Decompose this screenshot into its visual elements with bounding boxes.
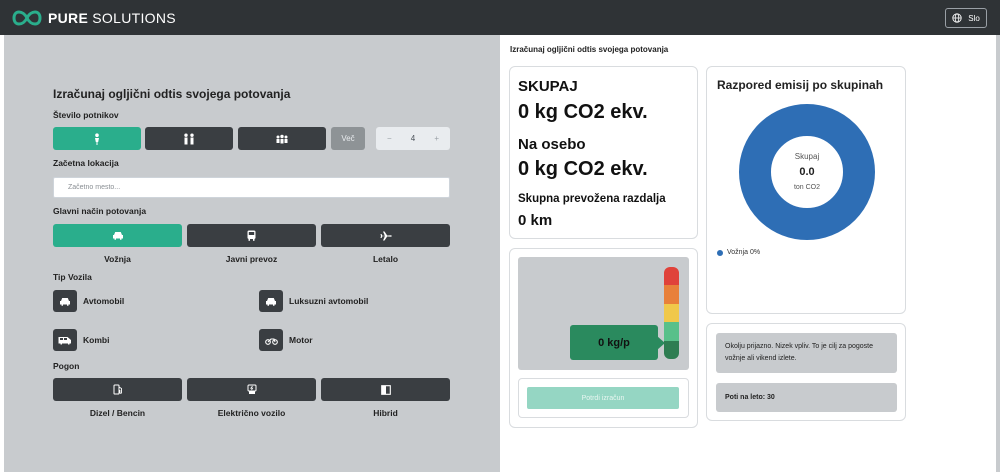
charging-station-icon: [247, 384, 256, 394]
mode-driving-button[interactable]: [53, 224, 182, 247]
drive-fuel-button[interactable]: [53, 378, 182, 401]
mode-plane-caption: Letalo: [372, 254, 399, 264]
drive-hybrid-caption: Hibrid: [373, 408, 398, 418]
meter-segment: [664, 303, 679, 323]
infinity-logo-icon: [12, 10, 42, 26]
stepper-minus-button[interactable]: −: [387, 134, 392, 143]
vehicle-type-label: Tip Vozila: [53, 272, 92, 282]
stepper-plus-button[interactable]: +: [434, 134, 439, 143]
meter-segment: [664, 322, 679, 341]
donut-center-value: 0.0: [799, 166, 814, 178]
brand-logo[interactable]: PURE SOLUTIONS: [12, 5, 176, 31]
person-icon: [95, 132, 99, 145]
drive-electric-caption: Električno vozilo: [217, 408, 286, 418]
car-icon: [112, 232, 123, 240]
language-button[interactable]: Slo: [945, 8, 987, 28]
breakdown-title: Razpored emisij po skupinah: [717, 78, 884, 92]
per-person-value: 0 kg CO2 ekv.: [518, 158, 648, 180]
emissions-donut-chart: Skupaj 0.0 ton CO2: [739, 104, 875, 240]
donut-legend[interactable]: Vožnja 0%: [717, 249, 760, 256]
right-edge: [996, 35, 1000, 472]
passenger-count-stepper[interactable]: − 4 +: [376, 127, 450, 150]
half-square-icon: [380, 384, 391, 395]
vehicle-motorcycle-label: Motor: [289, 335, 313, 345]
car-icon: [53, 290, 77, 312]
fuel-icon: [113, 384, 122, 395]
vehicle-luxury-car-label: Luksuzni avtomobil: [289, 296, 369, 306]
passenger-count-value: 4: [410, 134, 416, 143]
vehicle-car-option[interactable]: Avtomobil: [53, 290, 124, 312]
passengers-one-button[interactable]: [53, 127, 141, 150]
distance-value: 0 km: [518, 212, 553, 229]
info-message: Okolju prijazno. Nizek vpliv. To je cilj…: [725, 343, 873, 362]
vehicle-van-option[interactable]: Kombi: [53, 329, 109, 351]
donut-center-label: Skupaj: [795, 152, 820, 161]
confirm-calculation-button[interactable]: Potrdi izračun: [527, 387, 679, 409]
distance-label: Skupna prevožena razdalja: [518, 193, 666, 205]
mode-driving-caption: Vožnja: [104, 254, 131, 264]
meter-segment: [664, 340, 679, 359]
vehicle-luxury-car-option[interactable]: Luksuzni avtomobil: [259, 290, 368, 312]
drive-fuel-caption: Dizel / Bencin: [89, 408, 146, 418]
meter-segment: [664, 267, 679, 286]
results-heading: Izračunaj ogljični odtis svojega potovan…: [510, 45, 669, 54]
plane-icon: [380, 231, 391, 240]
start-location-input[interactable]: Začetno mesto...: [53, 177, 450, 198]
brand-name: PURE SOLUTIONS: [48, 10, 176, 26]
more-passengers-button[interactable]: Več: [331, 127, 365, 150]
total-label: SKUPAJ: [518, 78, 578, 95]
donut-center-unit: ton CO2: [794, 184, 820, 191]
group-icon: [276, 134, 288, 143]
legend-dot: [717, 249, 723, 256]
mode-public-transport-caption: Javni prevoz: [225, 254, 278, 264]
vehicle-van-label: Kombi: [83, 335, 110, 345]
vehicle-car-label: Avtomobil: [83, 296, 125, 306]
language-label: Slo: [968, 13, 980, 23]
drive-hybrid-button[interactable]: [321, 378, 450, 401]
start-location-label: Začetna lokacija: [53, 158, 119, 168]
car-icon: [259, 290, 283, 312]
motorcycle-icon: [259, 329, 283, 351]
drivetrain-label: Pogon: [53, 361, 80, 371]
drive-electric-button[interactable]: [187, 378, 316, 401]
globe-icon: [952, 13, 962, 23]
bus-icon: [247, 230, 256, 241]
form-title: Izračunaj ogljični odtis svojega potovan…: [53, 87, 291, 101]
passengers-two-button[interactable]: [145, 127, 233, 150]
top-bar: PURE SOLUTIONS Slo: [0, 0, 1000, 35]
two-people-icon: [184, 133, 194, 144]
passengers-group-button[interactable]: [238, 127, 326, 150]
van-icon: [53, 329, 77, 351]
mode-public-transport-button[interactable]: [187, 224, 316, 247]
passengers-label: Število potnikov: [53, 110, 119, 120]
emission-meter-value: 0 kg/p: [570, 325, 658, 360]
total-value: 0 kg CO2 ekv.: [518, 101, 648, 123]
per-person-label: Na osebo: [518, 136, 586, 153]
mode-plane-button[interactable]: [321, 224, 450, 247]
meter-segment: [664, 285, 679, 304]
trips-per-year: Poti na leto: 30: [725, 394, 775, 401]
travel-mode-label: Glavni način potovanja: [53, 206, 147, 216]
legend-label: Vožnja 0%: [727, 249, 761, 256]
vehicle-motorcycle-option[interactable]: Motor: [259, 329, 313, 351]
